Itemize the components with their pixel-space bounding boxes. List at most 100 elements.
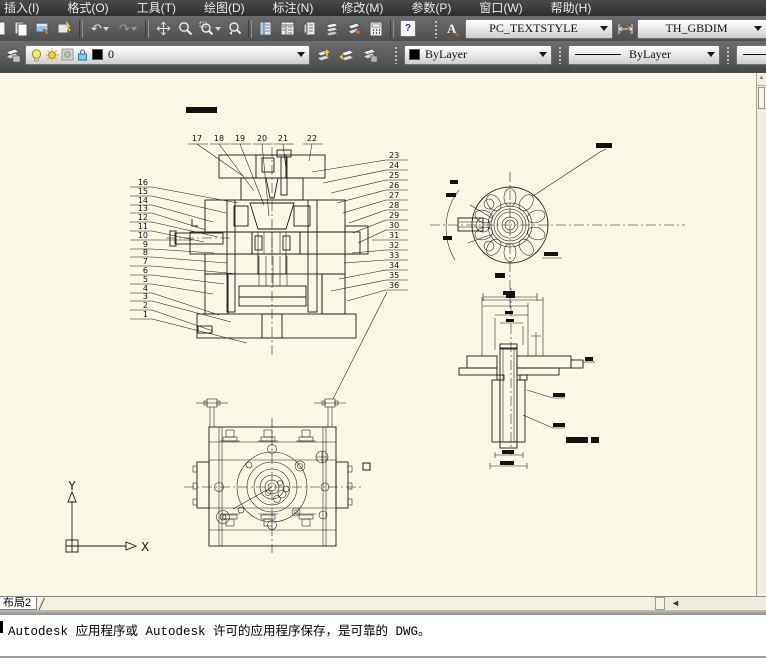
- pan-icon[interactable]: [153, 19, 173, 39]
- horizontal-scrollbar[interactable]: ◄: [652, 597, 766, 610]
- command-message: Autodesk 应用程序或 Autodesk 许可的应用程序保存，是可靠的 D…: [8, 625, 431, 639]
- lock-icon[interactable]: [76, 48, 89, 62]
- layer-combo[interactable]: 0: [25, 44, 310, 65]
- designcenter-icon[interactable]: [278, 19, 298, 39]
- color-swatch: [409, 49, 420, 60]
- svg-text:23: 23: [389, 151, 399, 160]
- menu-tools[interactable]: 工具(T): [137, 0, 176, 16]
- horizontal-scroll-thumb[interactable]: [655, 597, 665, 610]
- svg-text:5: 5: [143, 275, 148, 284]
- toolbar-grip[interactable]: [558, 45, 562, 64]
- current-layer-name: 0: [108, 47, 114, 61]
- undo-button[interactable]: ↶: [87, 19, 113, 39]
- svg-text:16: 16: [138, 178, 148, 187]
- match-properties-icon[interactable]: [33, 19, 53, 39]
- chevron-down-icon: [539, 52, 547, 57]
- svg-text:7: 7: [143, 257, 148, 266]
- menu-parametric[interactable]: 参数(P): [411, 0, 451, 16]
- svg-text:8: 8: [143, 248, 148, 257]
- zoom-window-icon[interactable]: [197, 19, 222, 39]
- scroll-left-icon[interactable]: ◄: [671, 598, 680, 609]
- lightbulb-icon[interactable]: [30, 48, 43, 62]
- svg-text:22: 22: [307, 134, 317, 143]
- drawing-canvas[interactable]: 17 18 19 20 21 22 16 15 14 13 12 11 10 9…: [0, 73, 756, 596]
- layer-previous-icon[interactable]: [336, 45, 356, 65]
- svg-text:12: 12: [138, 213, 148, 222]
- menu-insert[interactable]: 插入(I): [4, 0, 39, 16]
- freeze-column-icon[interactable]: [61, 48, 74, 61]
- help-icon[interactable]: ?: [398, 19, 418, 39]
- command-divider: [0, 656, 766, 658]
- layer-states-icon[interactable]: [359, 45, 379, 65]
- text-style-icon[interactable]: A: [443, 19, 463, 39]
- autocad-window: 插入(I) 格式(O) 工具(T) 绘图(D) 标注(N) 修改(M) 参数(P…: [0, 0, 766, 670]
- svg-text:13: 13: [138, 204, 148, 213]
- properties-palette-icon[interactable]: [256, 19, 276, 39]
- svg-text:10: 10: [138, 231, 148, 240]
- svg-text:30: 30: [389, 221, 399, 230]
- menu-bar: 插入(I) 格式(O) 工具(T) 绘图(D) 标注(N) 修改(M) 参数(P…: [0, 0, 766, 16]
- chevron-down-icon: [707, 52, 715, 57]
- toolbar-separator: [79, 19, 83, 38]
- svg-text:36: 36: [389, 281, 399, 290]
- part-callouts-right: 23 24 25 26 27 28 29 30 31 32 33 34 35 3…: [311, 151, 408, 400]
- lineweight-sample: [743, 54, 766, 55]
- undo-caret-icon[interactable]: [102, 26, 109, 31]
- menu-window[interactable]: 窗口(W): [479, 0, 522, 16]
- zoom-realtime-icon[interactable]: [175, 19, 195, 39]
- lineweight-control-combo[interactable]: [736, 44, 766, 65]
- toolbar-grip[interactable]: [434, 19, 438, 38]
- sun-icon[interactable]: [45, 48, 59, 62]
- menu-help[interactable]: 帮助(H): [551, 0, 592, 16]
- color-control-combo[interactable]: ByLayer: [404, 44, 552, 65]
- redo-caret-icon[interactable]: [130, 26, 137, 31]
- svg-text:19: 19: [235, 134, 245, 143]
- new-icon[interactable]: [0, 19, 9, 39]
- vertical-scroll-thumb[interactable]: [758, 87, 765, 109]
- toolbar-separator: [390, 19, 394, 38]
- zoom-previous-icon[interactable]: [224, 19, 244, 39]
- svg-text:33: 33: [389, 251, 399, 260]
- menu-modify[interactable]: 修改(M): [341, 0, 383, 16]
- svg-text:17: 17: [192, 134, 202, 143]
- quick-select-icon[interactable]: [55, 19, 75, 39]
- selection-grip[interactable]: [362, 462, 371, 471]
- tool-palettes-icon[interactable]: [300, 19, 320, 39]
- redo-button[interactable]: ↷: [115, 19, 141, 39]
- menu-format[interactable]: 格式(O): [67, 0, 108, 16]
- paste-icon[interactable]: [11, 19, 31, 39]
- scroll-up-icon[interactable]: ▲: [757, 73, 766, 86]
- command-line-window[interactable]: Autodesk 应用程序或 Autodesk 许可的应用程序保存，是可靠的 D…: [0, 615, 766, 670]
- svg-text:11: 11: [138, 222, 148, 231]
- sheetset-manager-icon[interactable]: [322, 19, 342, 39]
- toolbar-separator: [248, 19, 252, 38]
- quickcalc-icon[interactable]: [366, 19, 386, 39]
- assembly-section-view: [166, 147, 369, 356]
- svg-text:25: 25: [389, 171, 399, 180]
- chevron-down-icon: [754, 26, 762, 31]
- svg-text:28: 28: [389, 201, 399, 210]
- linetype-sample: [575, 54, 621, 55]
- chevron-down-icon: [297, 52, 305, 57]
- toolbar-grip[interactable]: [394, 45, 398, 64]
- dim-style-icon[interactable]: [615, 19, 635, 39]
- markup-set-manager-icon[interactable]: [344, 19, 364, 39]
- layer-color-swatch: [92, 49, 103, 60]
- svg-text:27: 27: [389, 191, 399, 200]
- svg-text:18: 18: [214, 134, 224, 143]
- undo-icon: ↶: [91, 21, 102, 36]
- menu-dimension[interactable]: 标注(N): [273, 0, 314, 16]
- make-object-layer-current-icon[interactable]: [313, 45, 333, 65]
- vertical-scrollbar[interactable]: ▲: [756, 73, 766, 596]
- tab-layout2[interactable]: 布局2: [0, 597, 38, 610]
- drawing-title-blob: [186, 107, 217, 113]
- menu-draw[interactable]: 绘图(D): [204, 0, 245, 16]
- layers-toolbar: 0 ByLayer ByLayer: [0, 41, 766, 68]
- dim-style-combo[interactable]: TH_GBDIM: [637, 18, 766, 39]
- toolbar-grip[interactable]: [726, 45, 730, 64]
- svg-text:29: 29: [389, 211, 399, 220]
- text-style-combo[interactable]: PC_TEXTSTYLE: [465, 18, 613, 39]
- svg-text:31: 31: [389, 231, 399, 240]
- linetype-control-combo[interactable]: ByLayer: [568, 44, 720, 65]
- layer-properties-icon[interactable]: [2, 45, 22, 65]
